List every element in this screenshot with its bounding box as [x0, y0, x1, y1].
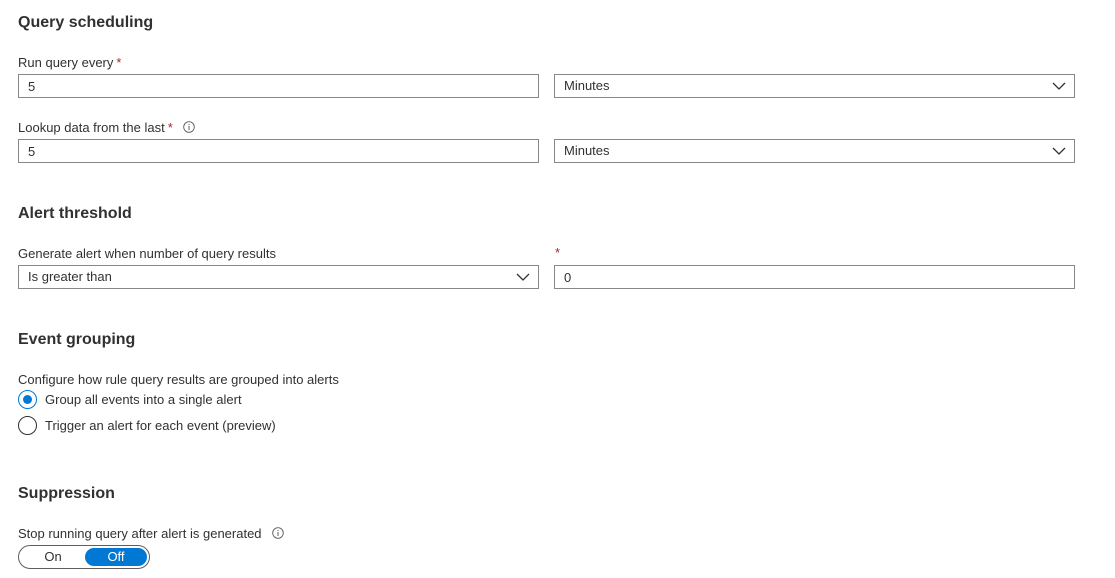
section-title-event-grouping: Event grouping [18, 331, 136, 348]
toggle-on-option[interactable]: On [21, 548, 85, 566]
threshold-operator-value: Is greater than [28, 269, 112, 284]
lookup-data-label-text: Lookup data from the last [18, 120, 165, 135]
run-query-every-input[interactable] [18, 74, 539, 98]
chevron-down-icon [1052, 147, 1066, 155]
radio-label-each-event: Trigger an alert for each event (preview… [45, 418, 276, 433]
radio-label-single-alert: Group all events into a single alert [45, 392, 242, 407]
info-icon[interactable] [272, 527, 284, 539]
radio-group-single-alert[interactable]: Group all events into a single alert [18, 390, 242, 409]
run-query-every-label: Run query every * [18, 55, 121, 70]
required-marker: * [555, 245, 561, 260]
event-grouping-label: Configure how rule query results are gro… [18, 372, 339, 387]
chevron-down-icon [1052, 82, 1066, 90]
radio-button-single-alert[interactable] [18, 390, 37, 409]
radio-button-each-event[interactable] [18, 416, 37, 435]
toggle-off-option[interactable]: Off [85, 548, 147, 566]
chevron-down-icon [516, 273, 530, 281]
section-title-query-scheduling: Query scheduling [18, 14, 154, 31]
suppression-label-text: Stop running query after alert is genera… [18, 526, 262, 541]
run-query-every-label-text: Run query every [18, 55, 114, 70]
section-title-alert-threshold: Alert threshold [18, 205, 132, 222]
run-query-every-unit-value: Minutes [564, 78, 610, 93]
lookup-data-input[interactable] [18, 139, 539, 163]
radio-group-each-event[interactable]: Trigger an alert for each event (preview… [18, 416, 276, 435]
lookup-data-unit-select[interactable]: Minutes [554, 139, 1075, 163]
suppression-label: Stop running query after alert is genera… [18, 526, 284, 541]
threshold-operator-select[interactable]: Is greater than [18, 265, 539, 289]
required-marker: * [116, 55, 122, 70]
lookup-data-unit-value: Minutes [564, 143, 610, 158]
required-marker: * [167, 120, 173, 135]
suppression-toggle[interactable]: On Off [18, 545, 150, 569]
section-title-suppression: Suppression [18, 485, 115, 502]
generate-alert-label: Generate alert when number of query resu… [18, 246, 276, 261]
info-icon[interactable] [183, 121, 196, 133]
threshold-value-input[interactable] [554, 265, 1075, 289]
lookup-data-label: Lookup data from the last * [18, 120, 196, 135]
run-query-every-unit-select[interactable]: Minutes [554, 74, 1075, 98]
